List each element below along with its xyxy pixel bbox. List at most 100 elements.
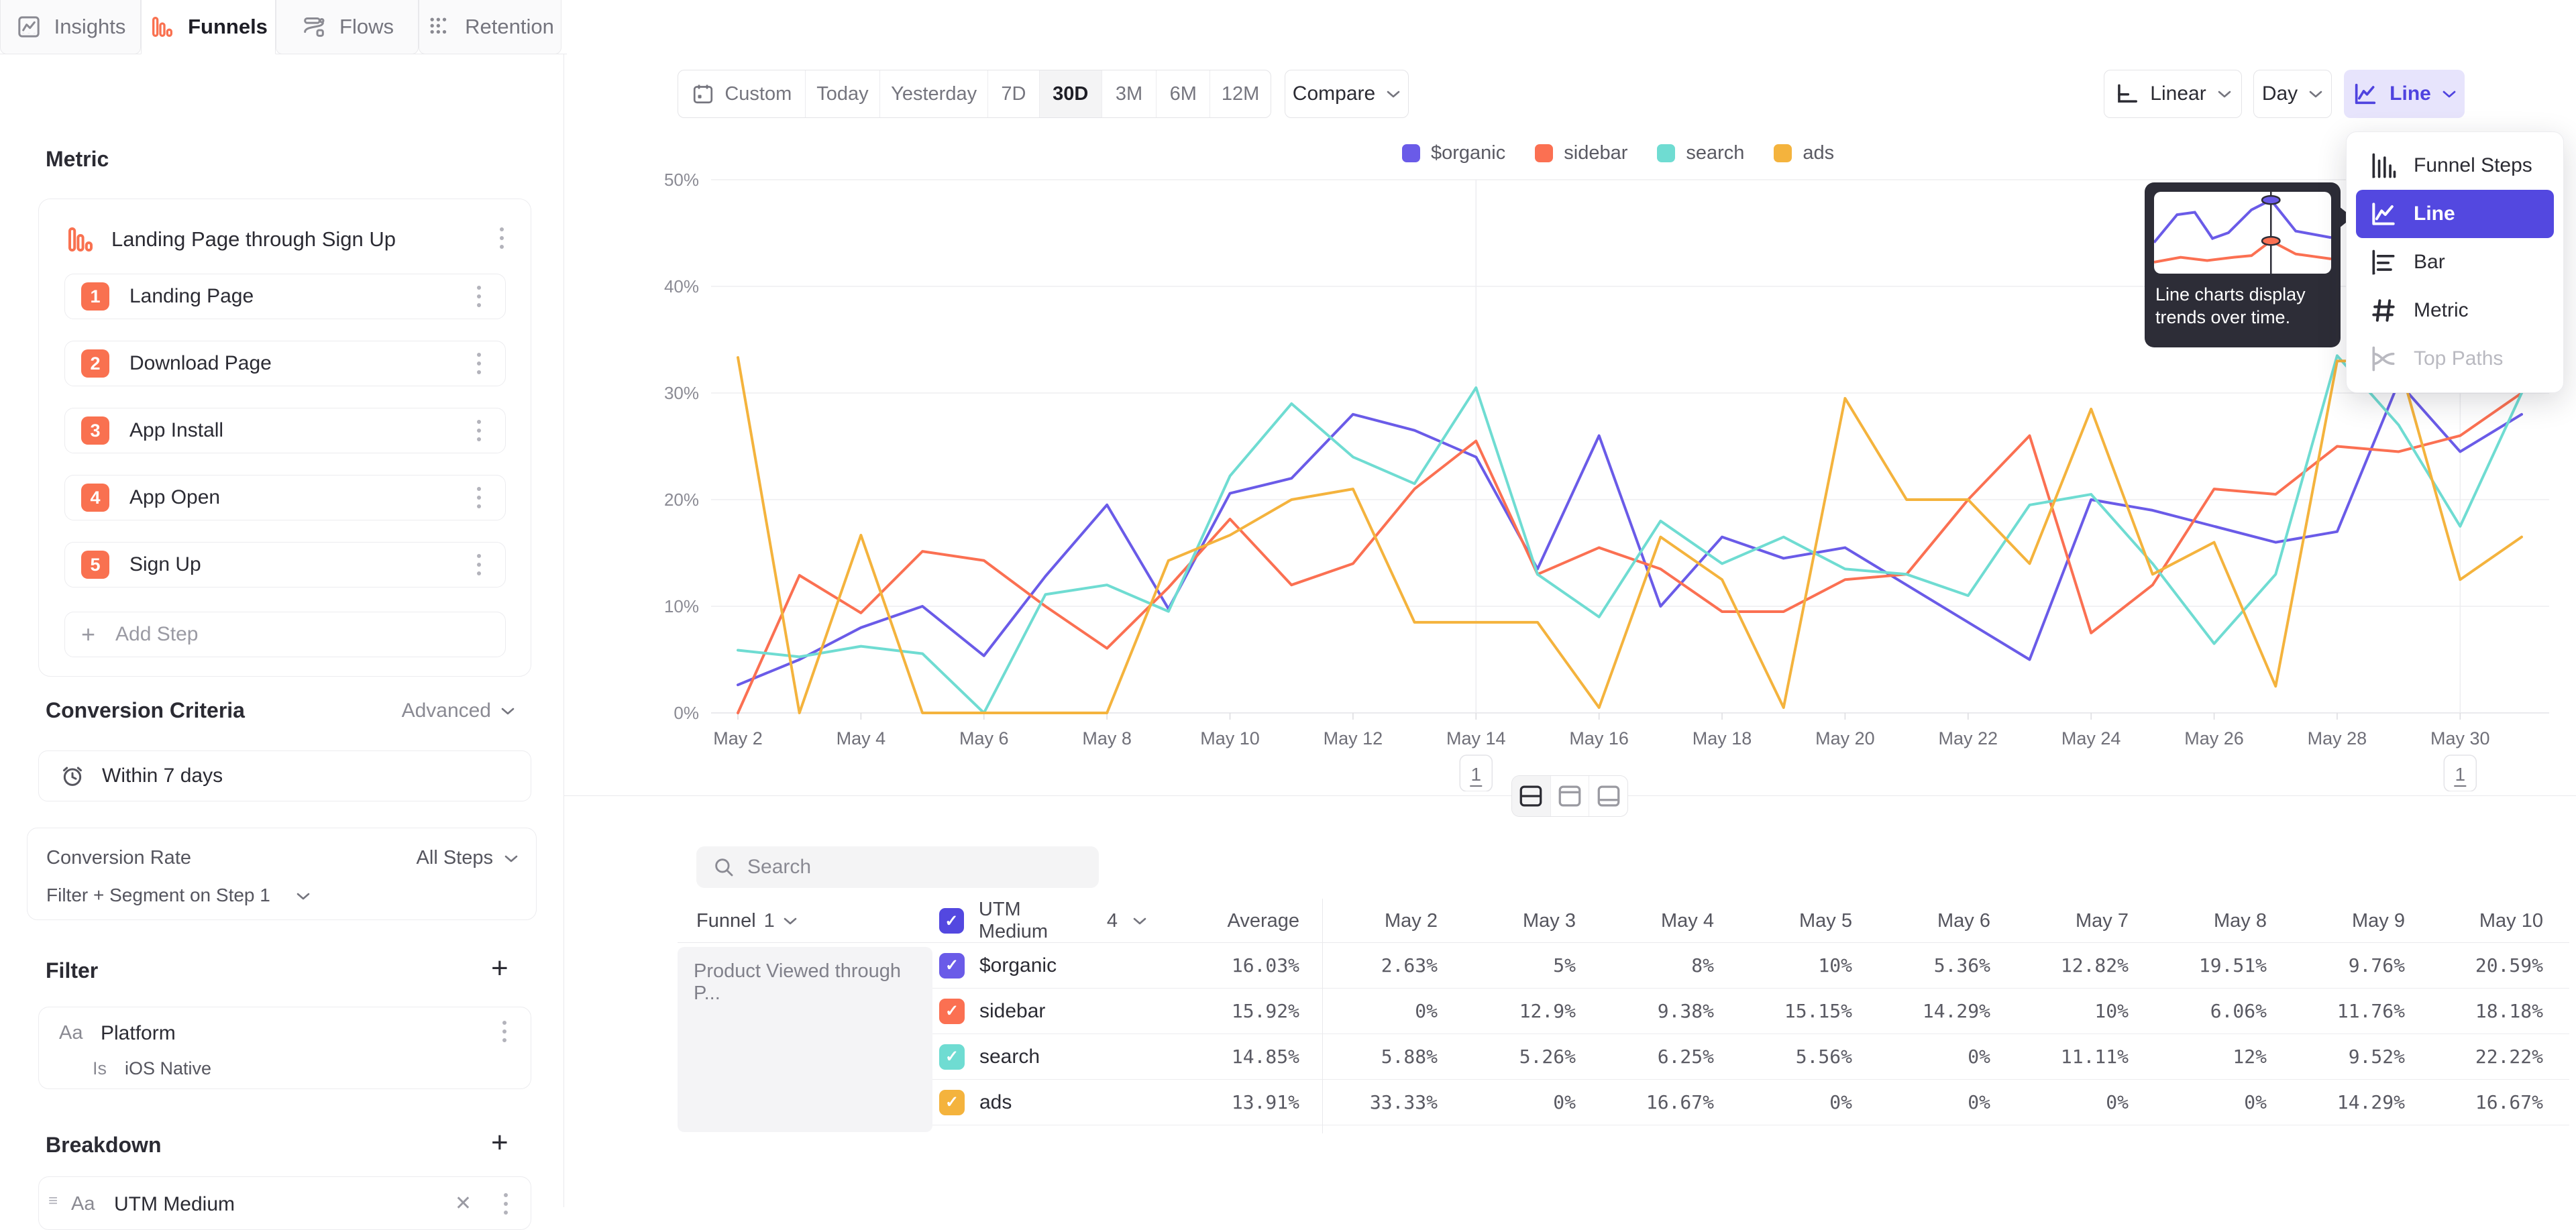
range-custom[interactable]: Custom (678, 70, 806, 117)
column-header-average[interactable]: Average (1147, 910, 1322, 932)
tab-insights[interactable]: Insights (0, 0, 141, 54)
menu-item-bar[interactable]: Bar (2356, 238, 2554, 286)
funnel-metric-title: Landing Page through Sign Up (111, 227, 396, 251)
svg-text:May 14: May 14 (1446, 728, 1506, 748)
breakdown-column-header[interactable]: ✓UTM Medium4 (939, 899, 1147, 943)
advanced-dropdown[interactable]: Advanced (402, 700, 515, 722)
svg-text:May 30: May 30 (2430, 728, 2490, 748)
chevron-down-icon[interactable] (504, 854, 519, 863)
value-cell: 22.22% (2428, 1046, 2566, 1068)
funnel-column-header[interactable]: Funnel1 (678, 910, 939, 932)
range-yesterday[interactable]: Yesterday (880, 70, 988, 117)
breakdown-card[interactable]: ≡ Aa UTM Medium ✕ (38, 1176, 531, 1230)
funnel-step-2[interactable]: 2Download Page (64, 341, 506, 386)
series-line-sidebar[interactable] (738, 393, 2522, 713)
step-menu-button[interactable] (469, 484, 489, 511)
column-header-may-3[interactable]: May 3 (1460, 910, 1599, 932)
funnel-name-cell[interactable]: Product Viewed through P... (678, 947, 932, 1132)
step-menu-button[interactable] (469, 350, 489, 377)
step-menu-button[interactable] (469, 417, 489, 444)
granularity-dropdown[interactable]: Day (2253, 70, 2332, 118)
filter-menu-button[interactable] (494, 1018, 515, 1045)
step-menu-button[interactable] (469, 283, 489, 310)
tab-funnels[interactable]: Funnels (141, 0, 276, 54)
value-cell: 0% (1875, 1046, 2013, 1068)
funnel-step-1[interactable]: 1Landing Page (64, 274, 506, 319)
series-checkbox[interactable]: ✓ (939, 1044, 965, 1070)
funnel-metric-menu-button[interactable] (492, 225, 512, 251)
conversion-rate-panel: Conversion Rate All Steps Filter + Segme… (27, 828, 537, 920)
layout-table-button[interactable] (1589, 776, 1627, 816)
filter-card[interactable]: Aa Platform Is iOS Native (38, 1007, 531, 1089)
column-header-may-10[interactable]: May 10 (2428, 910, 2566, 932)
menu-item-line[interactable]: Line (2356, 190, 2554, 238)
column-header-may-8[interactable]: May 8 (2151, 910, 2290, 932)
funnel-step-3[interactable]: 3App Install (64, 408, 506, 453)
value-cell: 0% (1322, 1000, 1460, 1022)
menu-item-label: Line (2414, 203, 2455, 225)
add-step-label: Add Step (115, 623, 198, 646)
chevron-down-icon[interactable] (296, 891, 311, 901)
series-name: $organic (979, 954, 1057, 977)
step-number-badge: 3 (81, 416, 109, 445)
menu-item-label: Top Paths (2414, 347, 2503, 370)
series-name-cell[interactable]: ✓sidebar (939, 999, 1147, 1024)
add-step-button[interactable]: + Add Step (64, 612, 506, 657)
series-checkbox[interactable]: ✓ (939, 999, 965, 1024)
add-filter-button[interactable]: + (491, 952, 508, 985)
range-today[interactable]: Today (806, 70, 881, 117)
tab-flows[interactable]: Flows (276, 0, 419, 54)
funnel-step-4[interactable]: 4App Open (64, 475, 506, 520)
layout-split-button[interactable] (1512, 776, 1551, 816)
metric-section-title: Metric (46, 147, 109, 172)
column-header-may-9[interactable]: May 9 (2290, 910, 2428, 932)
range-6m[interactable]: 6M (1157, 70, 1210, 117)
chart-type-dropdown[interactable]: Line (2344, 70, 2465, 118)
remove-breakdown-icon[interactable]: ✕ (455, 1192, 472, 1215)
menu-item-metric[interactable]: Metric (2356, 286, 2554, 335)
conversion-rate-value-dropdown[interactable]: All Steps (417, 847, 493, 869)
series-name-cell[interactable]: ✓ads (939, 1090, 1147, 1115)
tab-label: Funnels (188, 15, 268, 39)
breakdown-menu-button[interactable] (496, 1190, 516, 1217)
column-header-may-7[interactable]: May 7 (2013, 910, 2151, 932)
column-header-may-4[interactable]: May 4 (1599, 910, 1737, 932)
menu-item-label: Bar (2414, 251, 2445, 274)
step-label: App Open (129, 486, 449, 509)
search-input[interactable] (747, 856, 1083, 879)
range-3m[interactable]: 3M (1102, 70, 1157, 117)
scale-dropdown[interactable]: Linear (2104, 70, 2242, 118)
menu-item-funnel-steps[interactable]: Funnel Steps (2356, 142, 2554, 190)
conversion-window-button[interactable]: Within 7 days (38, 750, 531, 801)
series-name-cell[interactable]: ✓ $organic (939, 953, 1147, 979)
range-12m[interactable]: 12M (1210, 70, 1271, 117)
filter-operator: Is (93, 1058, 107, 1079)
series-line-organic[interactable] (738, 382, 2522, 685)
series-checkbox[interactable]: ✓ (939, 1090, 965, 1115)
column-header-may-6[interactable]: May 6 (1875, 910, 2013, 932)
breakdown-checkbox[interactable]: ✓ (939, 908, 964, 934)
series-name-cell[interactable]: ✓search (939, 1044, 1147, 1070)
range-7d[interactable]: 7D (988, 70, 1040, 117)
svg-text:10%: 10% (664, 596, 699, 616)
table-search[interactable] (696, 846, 1099, 888)
column-header-may-2[interactable]: May 2 (1322, 910, 1460, 932)
column-header-may-5[interactable]: May 5 (1737, 910, 1875, 932)
date-range-selector: CustomTodayYesterday7D30D3M6M12M (678, 70, 1271, 118)
tab-retention[interactable]: Retention (419, 0, 561, 54)
layout-chart-button[interactable] (1551, 776, 1590, 816)
series-line-search[interactable] (738, 355, 2522, 713)
series-checkbox[interactable]: ✓ (939, 953, 965, 979)
value-cell: 19.51% (2151, 954, 2290, 976)
step-menu-button[interactable] (469, 551, 489, 578)
filter-segment-dropdown[interactable]: Filter + Segment on Step 1 (46, 885, 270, 906)
drag-handle-icon[interactable]: ≡ (48, 1192, 58, 1211)
series-line-ads[interactable] (738, 357, 2522, 713)
add-breakdown-button[interactable]: + (491, 1126, 508, 1160)
compare-button[interactable]: Compare (1285, 70, 1409, 118)
line-chart-icon (2368, 199, 2399, 229)
range-30d[interactable]: 30D (1040, 70, 1102, 117)
funnel-step-5[interactable]: 5Sign Up (64, 542, 506, 588)
value-cell: 14.29% (1875, 1000, 2013, 1022)
step-number-badge: 5 (81, 551, 109, 579)
